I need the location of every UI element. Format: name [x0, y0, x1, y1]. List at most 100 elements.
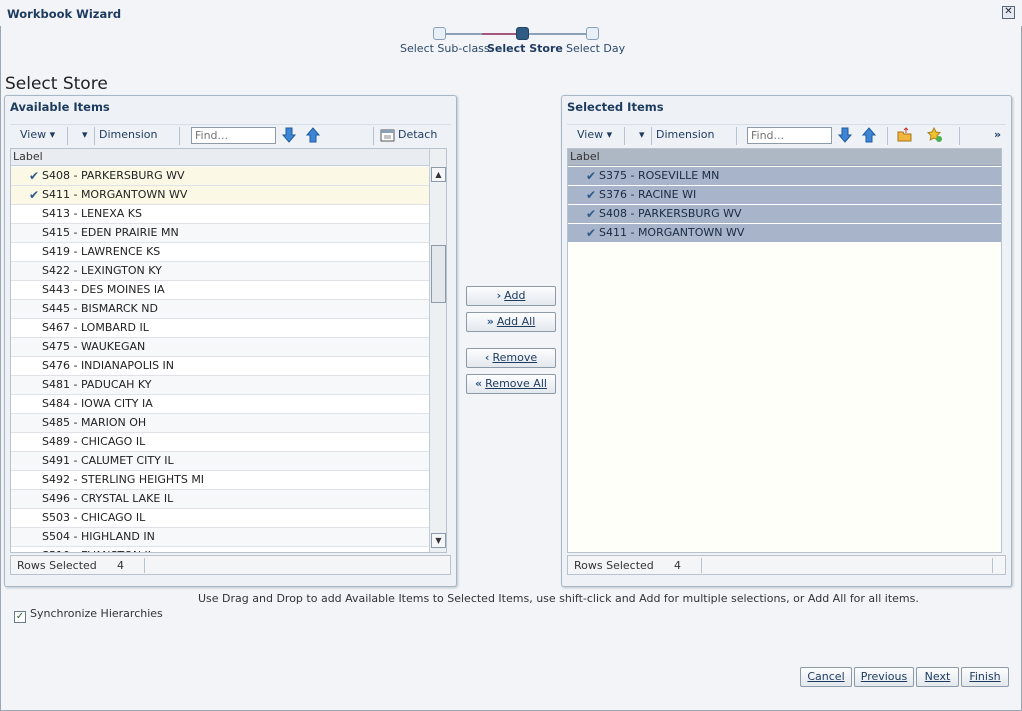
train-stop-day[interactable]: [586, 27, 599, 40]
column-header-label[interactable]: Label: [568, 149, 1001, 166]
selected-items-panel: Selected Items View ▾ ▾ Dimension » Labe…: [561, 95, 1012, 587]
find-input[interactable]: [191, 127, 276, 144]
train-connector: [528, 33, 588, 35]
find-previous-icon[interactable]: [861, 127, 877, 143]
row-label: S467 - LOMBARD IL: [42, 321, 149, 334]
add-all-button[interactable]: » Add All: [466, 312, 556, 332]
next-button[interactable]: Next: [916, 667, 959, 687]
train-stop-store: [516, 27, 529, 40]
chevron-left-icon: ‹: [484, 351, 490, 364]
dimension-dropdown-icon[interactable]: ▾: [82, 128, 88, 141]
detach-button[interactable]: Detach: [398, 128, 437, 141]
table-row[interactable]: S415 - EDEN PRAIRIE MN: [11, 224, 429, 243]
row-label: S504 - HIGHLAND IN: [42, 530, 155, 543]
row-label: S475 - WAUKEGAN: [42, 340, 146, 353]
table-row[interactable]: S492 - STERLING HEIGHTS MI: [11, 471, 429, 490]
row-label: S485 - MARION OH: [42, 416, 147, 429]
find-next-icon[interactable]: [281, 127, 297, 143]
toolbar-divider: [959, 127, 960, 145]
table-row[interactable]: S422 - LEXINGTON KY: [11, 262, 429, 281]
table-row[interactable]: ✔ S411 - MORGANTOWN WV: [568, 224, 1001, 243]
table-row[interactable]: S496 - CRYSTAL LAKE IL: [11, 490, 429, 509]
column-header-label[interactable]: Label: [11, 149, 429, 166]
scroll-thumb[interactable]: [431, 245, 446, 303]
close-icon[interactable]: ✕: [1002, 6, 1015, 19]
vertical-scrollbar[interactable]: ▲ ▼: [429, 149, 446, 552]
table-row[interactable]: ✔ S411 - MORGANTOWN WV: [11, 186, 429, 205]
selected-toolbar: View ▾ ▾ Dimension »: [567, 124, 1006, 146]
remove-all-button[interactable]: «Remove All: [466, 374, 556, 394]
open-folder-icon[interactable]: [897, 127, 913, 143]
instruction-text: Use Drag and Drop to add Available Items…: [198, 592, 919, 605]
title-bar: Workbook Wizard ✕: [0, 0, 1022, 26]
train-label-day[interactable]: Select Day: [566, 42, 625, 55]
table-row[interactable]: S503 - CHICAGO IL: [11, 509, 429, 528]
synchronize-hierarchies-checkbox[interactable]: ✓ Synchronize Hierarchies: [14, 607, 163, 623]
table-row[interactable]: S475 - WAUKEGAN: [11, 338, 429, 357]
row-label: S408 - PARKERSBURG WV: [599, 207, 742, 220]
favorite-add-icon[interactable]: [927, 127, 943, 143]
dimension-button[interactable]: Dimension: [99, 128, 157, 141]
table-row[interactable]: S484 - IOWA CITY IA: [11, 395, 429, 414]
view-menu[interactable]: View ▾: [577, 128, 612, 141]
table-row[interactable]: S481 - PADUCAH KY: [11, 376, 429, 395]
train-label-sub-class[interactable]: Select Sub-class: [400, 42, 490, 55]
detach-icon[interactable]: [380, 127, 396, 143]
checkmark-icon: ✔: [29, 188, 40, 202]
toolbar-divider: [736, 127, 737, 145]
wizard-train: Select Sub-class Select Store Select Day: [390, 26, 630, 58]
table-row[interactable]: S491 - CALUMET CITY IL: [11, 452, 429, 471]
scroll-down-icon[interactable]: ▼: [431, 533, 446, 548]
row-label: S422 - LEXINGTON KY: [42, 264, 162, 277]
checkmark-icon: ✔: [586, 207, 597, 221]
train-stop-sub-class[interactable]: [433, 27, 446, 40]
table-row[interactable]: ✔ S408 - PARKERSBURG WV: [11, 167, 429, 186]
toolbar-divider: [887, 127, 888, 145]
view-menu[interactable]: View ▾: [20, 128, 55, 141]
add-button[interactable]: › Add: [466, 286, 556, 306]
dimension-button[interactable]: Dimension: [656, 128, 714, 141]
find-next-icon[interactable]: [837, 127, 853, 143]
row-label: S419 - LAWRENCE KS: [42, 245, 161, 258]
table-row[interactable]: S413 - LENEXA KS: [11, 205, 429, 224]
table-row[interactable]: ✔ S375 - ROSEVILLE MN: [568, 167, 1001, 186]
status-divider: [992, 558, 993, 573]
toolbar-divider: [179, 127, 180, 145]
page-title: Select Store: [5, 74, 108, 94]
row-label: S481 - PADUCAH KY: [42, 378, 152, 391]
table-row[interactable]: S467 - LOMBARD IL: [11, 319, 429, 338]
row-label: S489 - CHICAGO IL: [42, 435, 146, 448]
double-chevron-left-icon: «: [475, 377, 483, 390]
checkbox-checked-icon[interactable]: ✓: [14, 611, 26, 623]
table-row[interactable]: S485 - MARION OH: [11, 414, 429, 433]
find-input[interactable]: [747, 127, 832, 144]
table-row[interactable]: S489 - CHICAGO IL: [11, 433, 429, 452]
window-title: Workbook Wizard: [7, 7, 122, 21]
row-label: S408 - PARKERSBURG WV: [42, 169, 185, 182]
table-row[interactable]: S476 - INDIANAPOLIS IN: [11, 357, 429, 376]
available-toolbar: View ▾ ▾ Dimension Detach: [10, 124, 451, 146]
selected-items-table: Label ✔ S375 - ROSEVILLE MN ✔ S376 - RACINE…: [567, 148, 1002, 553]
previous-button[interactable]: Previous: [854, 667, 914, 687]
remove-button[interactable]: ‹ Remove: [466, 348, 556, 368]
row-label: S445 - BISMARCK ND: [42, 302, 158, 315]
scroll-up-icon[interactable]: ▲: [431, 167, 446, 182]
row-label: S484 - IOWA CITY IA: [42, 397, 153, 410]
train-label-store: Select Store: [487, 42, 563, 55]
table-row[interactable]: ✔ S408 - PARKERSBURG WV: [568, 205, 1001, 224]
rows-selected-label: Rows Selected: [574, 559, 654, 572]
table-row[interactable]: S504 - HIGHLAND IN: [11, 528, 429, 547]
table-row[interactable]: S443 - DES MOINES IA: [11, 281, 429, 300]
table-row[interactable]: S445 - BISMARCK ND: [11, 300, 429, 319]
checkmark-icon: ✔: [586, 169, 597, 183]
dimension-dropdown-icon[interactable]: ▾: [639, 128, 645, 141]
rows-selected-count: 4: [117, 559, 124, 572]
overflow-menu-icon[interactable]: »: [994, 128, 1001, 141]
table-row[interactable]: ✔ S376 - RACINE WI: [568, 186, 1001, 205]
table-row[interactable]: S510 - EVANSTON IL: [11, 547, 429, 552]
find-previous-icon[interactable]: [305, 127, 321, 143]
cancel-button[interactable]: Cancel: [800, 667, 852, 687]
table-row[interactable]: S419 - LAWRENCE KS: [11, 243, 429, 262]
finish-button[interactable]: Finish: [961, 667, 1009, 687]
row-label: S375 - ROSEVILLE MN: [599, 169, 720, 182]
